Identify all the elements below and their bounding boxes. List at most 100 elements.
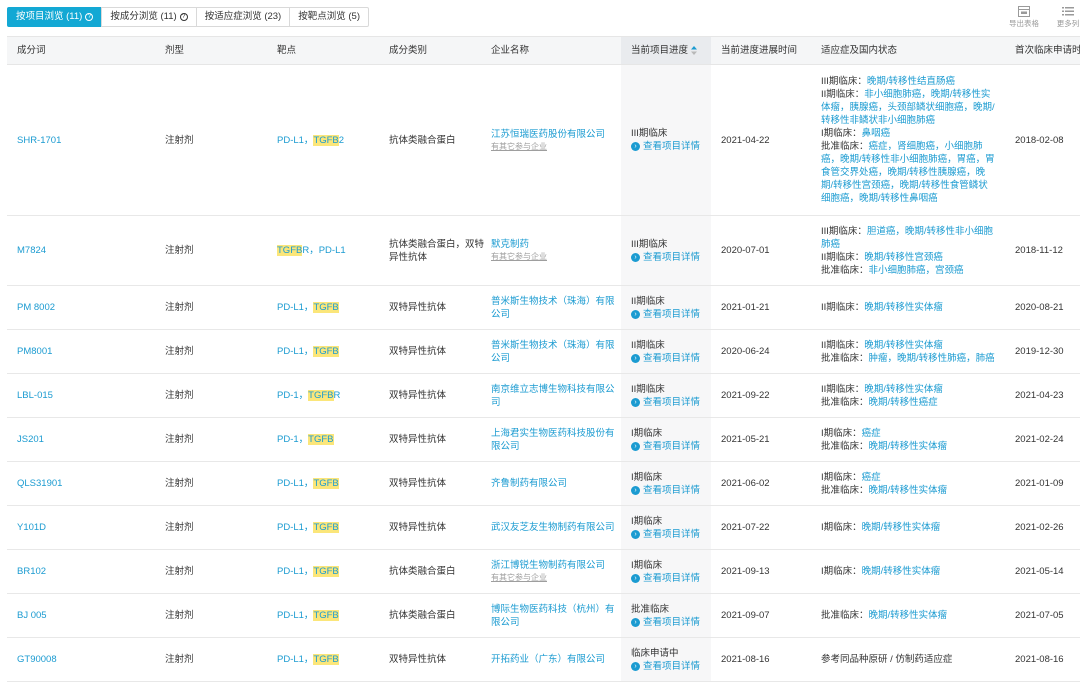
- company-link[interactable]: 默克制药: [491, 238, 615, 251]
- target-text[interactable]: PD-L1，: [277, 302, 313, 313]
- target-highlight[interactable]: TGFB: [313, 346, 339, 357]
- ingredient-link[interactable]: SHR-1701: [17, 134, 149, 147]
- more-columns-button[interactable]: 更多列: [1048, 6, 1080, 29]
- company-link[interactable]: 博际生物医药科技（杭州）有限公司: [491, 603, 615, 629]
- indication-value[interactable]: 晚期/转移性实体瘤: [869, 441, 948, 452]
- target-text[interactable]: PD-L1，: [277, 478, 313, 489]
- target-text[interactable]: R，PD-L1: [302, 245, 345, 256]
- indication-value[interactable]: 鼻咽癌: [862, 128, 891, 139]
- ingredient-link[interactable]: GT90008: [17, 653, 149, 666]
- tab-0[interactable]: 按项目浏览 (11)?: [7, 7, 103, 27]
- ingredient-link[interactable]: PM 8002: [17, 301, 149, 314]
- company-link[interactable]: 江苏恒瑞医药股份有限公司: [491, 128, 615, 141]
- view-detail-link[interactable]: › 查看项目详情: [631, 660, 705, 673]
- column-header: 适应症及国内状态: [811, 37, 1003, 64]
- indication-value[interactable]: 晚期/转移性实体瘤: [864, 340, 943, 351]
- target-links[interactable]: PD-1，TGFBR: [277, 389, 373, 402]
- target-text[interactable]: PD-L1，: [277, 654, 313, 665]
- target-links[interactable]: PD-L1，TGFB: [277, 609, 373, 622]
- view-detail-link[interactable]: › 查看项目详情: [631, 572, 705, 585]
- view-detail-link[interactable]: › 查看项目详情: [631, 440, 705, 453]
- tab-2[interactable]: 按适应症浏览 (23): [195, 7, 291, 27]
- indication-value[interactable]: 晚期/转移性实体瘤: [864, 302, 943, 313]
- other-companies-link[interactable]: 有其它参与企业: [491, 141, 615, 153]
- other-companies-link[interactable]: 有其它参与企业: [491, 572, 615, 584]
- target-text[interactable]: 2: [339, 135, 344, 146]
- target-links[interactable]: PD-L1，TGFB: [277, 521, 373, 534]
- ingredient-link[interactable]: BJ 005: [17, 609, 149, 622]
- target-text[interactable]: PD-1，: [277, 434, 308, 445]
- target-text[interactable]: PD-L1，: [277, 610, 313, 621]
- indication-value[interactable]: 晚期/转移性实体瘤: [862, 522, 941, 533]
- target-text[interactable]: PD-L1，: [277, 346, 313, 357]
- tab-3[interactable]: 按靶点浏览 (5): [289, 7, 369, 27]
- indication-line: III期临床：晚期/转移性结直肠癌: [821, 75, 997, 88]
- indication-value[interactable]: 晚期/转移性实体瘤: [862, 566, 941, 577]
- target-links[interactable]: TGFBR，PD-L1: [277, 244, 373, 257]
- target-highlight[interactable]: TGFB: [313, 522, 339, 533]
- indication-value[interactable]: 癌症: [862, 472, 881, 483]
- view-detail-link[interactable]: › 查看项目详情: [631, 352, 705, 365]
- company-link[interactable]: 齐鲁制药有限公司: [491, 477, 615, 490]
- help-icon[interactable]: ?: [179, 13, 188, 21]
- indication-value[interactable]: 晚期/转移性癌症: [869, 397, 938, 408]
- target-highlight[interactable]: TGFB: [277, 245, 303, 256]
- ingredient-link[interactable]: M7824: [17, 244, 149, 257]
- ingredient-link[interactable]: QLS31901: [17, 477, 149, 490]
- target-highlight[interactable]: TGFB: [313, 302, 339, 313]
- target-links[interactable]: PD-L1，TGFB2: [277, 134, 373, 147]
- target-text[interactable]: PD-L1，: [277, 522, 313, 533]
- company-link[interactable]: 武汉友芝友生物制药有限公司: [491, 521, 615, 534]
- company-link[interactable]: 上海君实生物医药科技股份有限公司: [491, 427, 615, 453]
- target-links[interactable]: PD-L1，TGFB: [277, 345, 373, 358]
- ingredient-link[interactable]: PM8001: [17, 345, 149, 358]
- indication-value[interactable]: 非小细胞肺癌，宫颈癌: [869, 265, 964, 276]
- view-detail-link[interactable]: › 查看项目详情: [631, 396, 705, 409]
- indication-value[interactable]: 晚期/转移性实体瘤: [864, 384, 943, 395]
- target-highlight[interactable]: TGFB: [308, 434, 334, 445]
- view-detail-link[interactable]: › 查看项目详情: [631, 616, 705, 629]
- view-detail-link[interactable]: › 查看项目详情: [631, 484, 705, 497]
- ingredient-link[interactable]: JS201: [17, 433, 149, 446]
- target-links[interactable]: PD-L1，TGFB: [277, 301, 373, 314]
- target-text[interactable]: PD-L1，: [277, 566, 313, 577]
- indication-value[interactable]: 晚期/转移性实体瘤: [869, 485, 948, 496]
- target-links[interactable]: PD-L1，TGFB: [277, 565, 373, 578]
- target-highlight[interactable]: TGFB: [313, 610, 339, 621]
- sort-icon[interactable]: [691, 45, 698, 55]
- tab-1[interactable]: 按成分浏览 (11)?: [101, 7, 197, 27]
- target-text[interactable]: PD-1，: [277, 390, 308, 401]
- export-table-button[interactable]: 导出表格: [1004, 6, 1044, 29]
- ingredient-link[interactable]: Y101D: [17, 521, 149, 534]
- target-text[interactable]: PD-L1，: [277, 135, 313, 146]
- ingredient-link[interactable]: BR102: [17, 565, 149, 578]
- company-link[interactable]: 普米斯生物技术（珠海）有限公司: [491, 295, 615, 321]
- indication-value[interactable]: 肿瘤，晚期/转移性肺癌，肺癌: [869, 353, 995, 364]
- target-links[interactable]: PD-L1，TGFB: [277, 477, 373, 490]
- view-detail-link[interactable]: › 查看项目详情: [631, 308, 705, 321]
- indication-value[interactable]: 晚期/转移性宫颈癌: [864, 252, 943, 263]
- column-header[interactable]: 当前项目进度: [621, 37, 711, 64]
- company-link[interactable]: 南京维立志博生物科技有限公司: [491, 383, 615, 409]
- indication-value[interactable]: 晚期/转移性实体瘤: [869, 610, 948, 621]
- other-companies-link[interactable]: 有其它参与企业: [491, 251, 615, 263]
- cell-date: 2021-09-13: [711, 550, 811, 593]
- target-highlight[interactable]: TGFB: [313, 654, 339, 665]
- target-highlight[interactable]: TGFB: [313, 566, 339, 577]
- target-highlight[interactable]: TGFB: [313, 134, 339, 146]
- target-links[interactable]: PD-1，TGFB: [277, 433, 373, 446]
- help-icon[interactable]: ?: [85, 13, 94, 21]
- company-link[interactable]: 普米斯生物技术（珠海）有限公司: [491, 339, 615, 365]
- target-text[interactable]: R: [334, 390, 341, 401]
- ingredient-link[interactable]: LBL-015: [17, 389, 149, 402]
- indication-value[interactable]: 晚期/转移性结直肠癌: [867, 76, 955, 87]
- target-highlight[interactable]: TGFB: [313, 478, 339, 489]
- indication-value[interactable]: 癌症: [862, 428, 881, 439]
- company-link[interactable]: 浙江博锐生物制药有限公司: [491, 559, 615, 572]
- target-links[interactable]: PD-L1，TGFB: [277, 653, 373, 666]
- view-detail-link[interactable]: › 查看项目详情: [631, 140, 705, 153]
- target-highlight[interactable]: TGFB: [308, 390, 334, 401]
- view-detail-link[interactable]: › 查看项目详情: [631, 251, 705, 264]
- company-link[interactable]: 开拓药业（广东）有限公司: [491, 653, 615, 666]
- view-detail-link[interactable]: › 查看项目详情: [631, 528, 705, 541]
